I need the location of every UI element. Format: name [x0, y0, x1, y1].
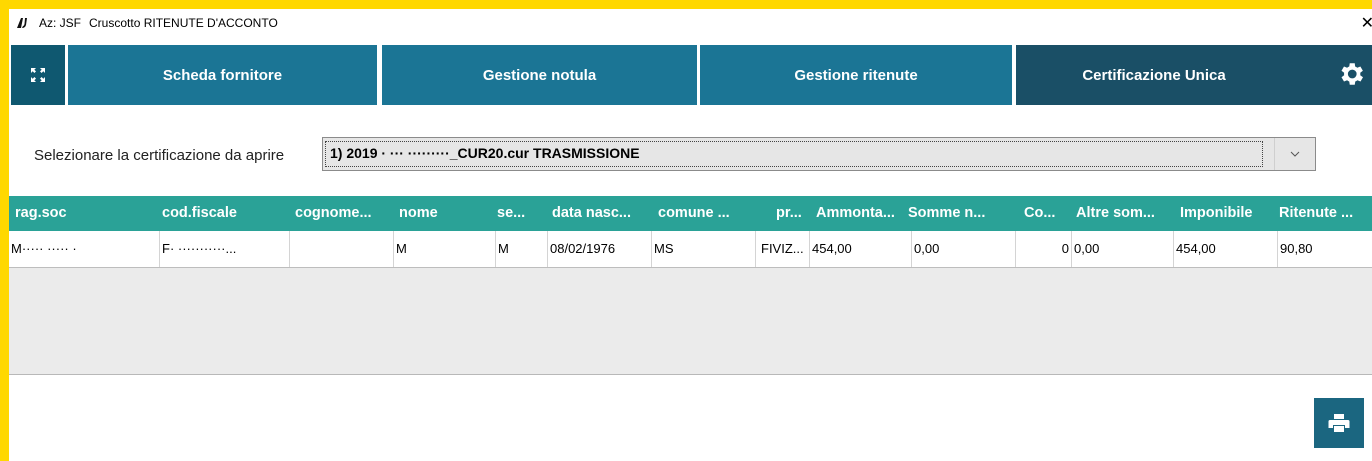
window-title-text: Cruscotto RITENUTE D'ACCONTO: [89, 16, 278, 30]
column-header[interactable]: Imponibile: [1180, 196, 1270, 231]
close-icon[interactable]: ✕: [1361, 13, 1372, 33]
column-header[interactable]: data nasc...: [552, 196, 656, 231]
column-header[interactable]: Altre som...: [1076, 196, 1178, 231]
cell-nome[interactable]: M: [394, 231, 496, 267]
cell-imponibile[interactable]: 454,00: [1174, 231, 1278, 267]
cell-codice[interactable]: 0: [1016, 231, 1072, 267]
window-title: Az: JSF Cruscotto RITENUTE D'ACCONTO: [39, 16, 278, 30]
cell-provincia[interactable]: FIVIZ...: [756, 231, 810, 267]
print-button[interactable]: [1314, 398, 1364, 448]
cell-ammontare[interactable]: 454,00: [810, 231, 912, 267]
cell-comune[interactable]: MS: [652, 231, 756, 267]
certificazione-select[interactable]: 1) 2019 · ··· ·········_CUR20.cur TRASMI…: [322, 137, 1316, 171]
app-name: Az: JSF: [39, 16, 82, 30]
cell-ritenute[interactable]: 90,80: [1278, 231, 1372, 267]
column-header[interactable]: Co...: [1024, 196, 1074, 231]
cell-cod-fiscale[interactable]: F· ···········...: [160, 231, 290, 267]
chevron-down-icon[interactable]: [1274, 138, 1315, 170]
tab-gestione-notula[interactable]: Gestione notula: [382, 45, 697, 105]
expand-button[interactable]: [11, 45, 65, 105]
certificazione-select-value: 1) 2019 · ··· ·········_CUR20.cur TRASMI…: [325, 141, 1263, 167]
expand-icon: [31, 68, 45, 82]
cell-rag-soc[interactable]: M····· ····· ·: [9, 231, 160, 267]
cell-somme-non-soggette[interactable]: 0,00: [912, 231, 1016, 267]
cell-data-nascita[interactable]: 08/02/1976: [548, 231, 652, 267]
column-header[interactable]: comune ...: [658, 196, 766, 231]
column-header[interactable]: cognome...: [295, 196, 397, 231]
cell-sesso[interactable]: M: [496, 231, 548, 267]
title-bar: Az: JSF Cruscotto RITENUTE D'ACCONTO ✕: [9, 9, 1372, 37]
column-header[interactable]: pr...: [776, 196, 812, 231]
tab-certificazione-unica[interactable]: Certificazione Unica: [1016, 45, 1372, 105]
grid-header: rag.soc cod.fiscale cognome... nome se..…: [9, 196, 1372, 231]
grid-empty-area: [9, 268, 1372, 375]
cell-altre-somme[interactable]: 0,00: [1072, 231, 1174, 267]
column-header[interactable]: Ritenute ...: [1279, 196, 1372, 231]
column-header[interactable]: rag.soc: [15, 196, 155, 231]
main-window: Az: JSF Cruscotto RITENUTE D'ACCONTO ✕ Sc…: [9, 9, 1372, 461]
tab-gestione-ritenute[interactable]: Gestione ritenute: [700, 45, 1012, 105]
column-header[interactable]: Somme n...: [908, 196, 1014, 231]
nav-bar: Scheda fornitore Gestione notula Gestion…: [9, 45, 1372, 105]
column-header[interactable]: nome: [399, 196, 494, 231]
column-header[interactable]: Ammonta...: [816, 196, 906, 231]
gear-icon[interactable]: [1336, 59, 1366, 89]
certificazione-select-label: Selezionare la certificazione da aprire: [34, 147, 285, 164]
column-header[interactable]: cod.fiscale: [162, 196, 288, 231]
print-icon: [1328, 414, 1350, 432]
app-logo-icon: [17, 18, 27, 28]
tab-scheda-fornitore[interactable]: Scheda fornitore: [68, 45, 377, 105]
cell-cognome[interactable]: [290, 231, 394, 267]
column-header[interactable]: se...: [497, 196, 547, 231]
table-row[interactable]: M····· ····· · F· ···········... M M 08/…: [9, 231, 1372, 268]
